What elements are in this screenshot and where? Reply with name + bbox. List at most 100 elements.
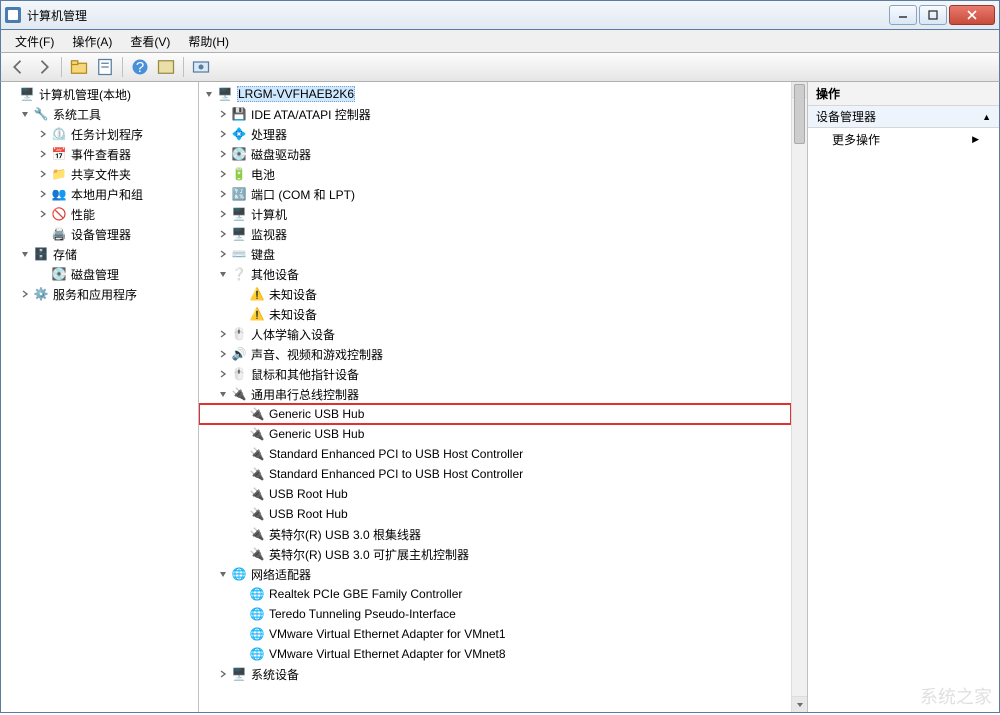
device-node[interactable]: 🌐Realtek PCIe GBE Family Controller xyxy=(199,584,791,604)
chevron-right-icon[interactable] xyxy=(37,168,49,180)
forward-button[interactable] xyxy=(33,56,55,78)
menu-help[interactable]: 帮助(H) xyxy=(180,31,237,52)
close-button[interactable] xyxy=(949,5,995,25)
device-node[interactable]: 🔌英特尔(R) USB 3.0 根集线器 xyxy=(199,524,791,544)
tree-system-tools[interactable]: 🔧 系统工具 xyxy=(1,104,198,124)
tree-services[interactable]: ⚙️ 服务和应用程序 xyxy=(1,284,198,304)
menu-action[interactable]: 操作(A) xyxy=(64,31,120,52)
device-node[interactable]: 🖱️鼠标和其他指针设备 xyxy=(199,364,791,384)
tree-event-viewer[interactable]: 📅事件查看器 xyxy=(1,144,198,164)
device-icon: ⚠️ xyxy=(249,306,265,322)
device-node[interactable]: 🔌USB Root Hub xyxy=(199,504,791,524)
device-node[interactable]: 🌐Teredo Tunneling Pseudo-Interface xyxy=(199,604,791,624)
device-label: 键盘 xyxy=(251,246,275,263)
scroll-down-button[interactable] xyxy=(792,696,807,712)
tree-task-scheduler[interactable]: ⏲️任务计划程序 xyxy=(1,124,198,144)
properties-button[interactable] xyxy=(94,56,116,78)
chevron-right-icon[interactable] xyxy=(37,128,49,140)
tree-performance[interactable]: 🚫性能 xyxy=(1,204,198,224)
chevron-right-icon[interactable] xyxy=(217,148,229,160)
storage-icon: 🗄️ xyxy=(33,246,49,262)
help-button[interactable]: ? xyxy=(129,56,151,78)
chevron-down-icon[interactable] xyxy=(217,388,229,400)
chevron-right-icon[interactable] xyxy=(217,228,229,240)
users-icon: 👥 xyxy=(51,186,67,202)
device-label: VMware Virtual Ethernet Adapter for VMne… xyxy=(269,627,506,641)
chevron-right-icon[interactable] xyxy=(217,108,229,120)
device-node[interactable]: ⚠️未知设备 xyxy=(199,304,791,324)
device-node[interactable]: 🔌USB Root Hub xyxy=(199,484,791,504)
device-node[interactable]: 🖥️计算机 xyxy=(199,204,791,224)
chevron-down-icon[interactable] xyxy=(217,568,229,580)
device-icon: 💽 xyxy=(231,146,247,162)
device-icon: ⚠️ xyxy=(249,286,265,302)
actions-section[interactable]: 设备管理器 ▲ xyxy=(808,106,999,128)
menu-view[interactable]: 查看(V) xyxy=(122,31,178,52)
chevron-right-icon[interactable] xyxy=(217,208,229,220)
left-nav-tree[interactable]: 🖥️ 计算机管理(本地) 🔧 系统工具 ⏲️任务计划程序 📅事件查看器 xyxy=(1,82,199,712)
tree-storage[interactable]: 🗄️ 存储 xyxy=(1,244,198,264)
device-node[interactable]: 🔌通用串行总线控制器 xyxy=(199,384,791,404)
chevron-down-icon[interactable] xyxy=(217,268,229,280)
device-node[interactable]: 🖥️监视器 xyxy=(199,224,791,244)
chevron-right-icon[interactable] xyxy=(217,348,229,360)
device-node[interactable]: ⌨️键盘 xyxy=(199,244,791,264)
menu-file[interactable]: 文件(F) xyxy=(7,31,62,52)
chevron-right-icon[interactable] xyxy=(217,188,229,200)
device-node[interactable]: 💠处理器 xyxy=(199,124,791,144)
tree-root-local[interactable]: 🖥️ 计算机管理(本地) xyxy=(1,84,198,104)
device-node[interactable]: 🔣端口 (COM 和 LPT) xyxy=(199,184,791,204)
chevron-right-icon[interactable] xyxy=(19,288,31,300)
device-node[interactable]: ❔其他设备 xyxy=(199,264,791,284)
back-button[interactable] xyxy=(7,56,29,78)
device-node[interactable]: 🔌Generic USB Hub xyxy=(199,404,791,424)
tree-label: 计算机管理(本地) xyxy=(39,86,131,103)
device-node[interactable]: 💽磁盘驱动器 xyxy=(199,144,791,164)
minimize-button[interactable] xyxy=(889,5,917,25)
chevron-right-icon[interactable] xyxy=(37,148,49,160)
scrollbar-vertical[interactable] xyxy=(791,82,807,712)
device-node[interactable]: 🌐VMware Virtual Ethernet Adapter for VMn… xyxy=(199,644,791,664)
tree-disk-mgmt[interactable]: 💽磁盘管理 xyxy=(1,264,198,284)
device-node[interactable]: 🔊声音、视频和游戏控制器 xyxy=(199,344,791,364)
chevron-right-icon[interactable] xyxy=(217,328,229,340)
chevron-down-icon[interactable] xyxy=(19,248,31,260)
chevron-right-icon[interactable] xyxy=(37,188,49,200)
actions-more[interactable]: 更多操作 ▶ xyxy=(808,128,999,150)
chevron-down-icon[interactable] xyxy=(203,88,215,100)
device-node[interactable]: 🌐VMware Virtual Ethernet Adapter for VMn… xyxy=(199,624,791,644)
tree-local-users[interactable]: 👥本地用户和组 xyxy=(1,184,198,204)
device-node[interactable]: 🔌Standard Enhanced PCI to USB Host Contr… xyxy=(199,464,791,484)
chevron-right-icon[interactable] xyxy=(217,668,229,680)
device-node[interactable]: 💾IDE ATA/ATAPI 控制器 xyxy=(199,104,791,124)
device-node[interactable]: 🖥️系统设备 xyxy=(199,664,791,684)
maximize-button[interactable] xyxy=(919,5,947,25)
device-node[interactable]: 🔌Standard Enhanced PCI to USB Host Contr… xyxy=(199,444,791,464)
device-tree[interactable]: 🖥️LRGM-VVFHAEB2K6💾IDE ATA/ATAPI 控制器💠处理器💽… xyxy=(199,82,791,712)
device-node[interactable]: 🔌英特尔(R) USB 3.0 可扩展主机控制器 xyxy=(199,544,791,564)
scrollbar-thumb[interactable] xyxy=(794,84,805,144)
device-root[interactable]: 🖥️LRGM-VVFHAEB2K6 xyxy=(199,84,791,104)
device-node[interactable]: 🔋电池 xyxy=(199,164,791,184)
device-node[interactable]: 🖱️人体学输入设备 xyxy=(199,324,791,344)
device-label: 端口 (COM 和 LPT) xyxy=(251,186,355,203)
chevron-right-icon[interactable] xyxy=(217,368,229,380)
device-label: 系统设备 xyxy=(251,666,299,683)
chevron-right-icon[interactable] xyxy=(217,128,229,140)
tree-device-manager[interactable]: 🖨️设备管理器 xyxy=(1,224,198,244)
chevron-down-icon[interactable] xyxy=(19,108,31,120)
chevron-right-icon[interactable] xyxy=(217,168,229,180)
tree-label: 系统工具 xyxy=(53,106,101,123)
toolbar-button-6[interactable] xyxy=(155,56,177,78)
perf-icon: 🚫 xyxy=(51,206,67,222)
chevron-right-icon[interactable] xyxy=(37,208,49,220)
chevron-right-icon[interactable] xyxy=(217,248,229,260)
tree-shared-folders[interactable]: 📁共享文件夹 xyxy=(1,164,198,184)
folder-up-button[interactable] xyxy=(68,56,90,78)
actions-pane: 操作 设备管理器 ▲ 更多操作 ▶ xyxy=(807,82,999,712)
toolbar-button-7[interactable] xyxy=(190,56,212,78)
device-node[interactable]: ⚠️未知设备 xyxy=(199,284,791,304)
device-node[interactable]: 🌐网络适配器 xyxy=(199,564,791,584)
device-icon: 🖥️ xyxy=(231,226,247,242)
device-node[interactable]: 🔌Generic USB Hub xyxy=(199,424,791,444)
